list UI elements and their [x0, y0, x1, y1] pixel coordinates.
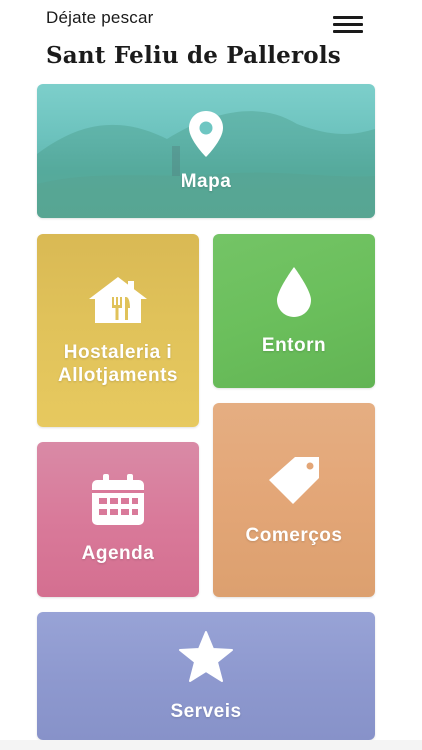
tile-mapa-label: Mapa	[180, 170, 232, 192]
tile-hostaleria[interactable]: Hostaleria i Allotjaments	[37, 234, 199, 427]
tile-serveis-label: Serveis	[170, 700, 242, 722]
tile-serveis[interactable]: Serveis	[37, 612, 375, 740]
tile-mapa[interactable]: Mapa	[37, 84, 375, 218]
tile-comercos-label: Comerços	[245, 524, 343, 546]
calendar-icon	[92, 474, 144, 525]
tile-entorn-label: Entorn	[261, 334, 327, 356]
hamburger-menu-icon[interactable]	[333, 14, 363, 34]
tile-hostaleria-label: Hostaleria i Allotjaments	[57, 341, 179, 386]
tag-icon	[269, 456, 319, 504]
tile-agenda-label: Agenda	[81, 543, 155, 564]
star-icon	[179, 630, 233, 682]
tile-comercos[interactable]: Comerços	[213, 403, 375, 597]
bottom-strip	[0, 740, 422, 750]
home-cutlery-icon	[89, 276, 147, 323]
map-pin-icon	[189, 110, 223, 157]
tile-agenda[interactable]: Agenda	[37, 442, 199, 597]
tagline: Déjate pescar	[46, 8, 154, 27]
app-title: Sant Feliu de Pallerols	[46, 42, 341, 69]
water-drop-icon	[277, 266, 311, 317]
tile-entorn[interactable]: Entorn	[213, 234, 375, 388]
